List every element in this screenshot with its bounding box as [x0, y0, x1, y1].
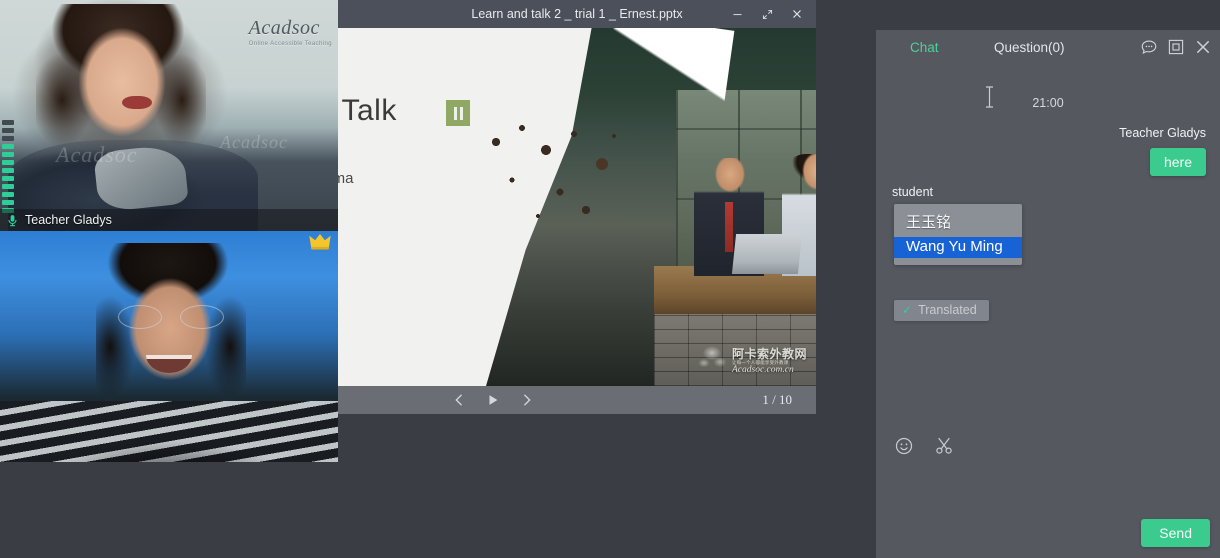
- photo-laptop: [732, 234, 802, 274]
- scissors-icon[interactable]: [934, 436, 954, 456]
- chevron-right-icon: [520, 392, 534, 408]
- restore-icon: [761, 8, 774, 21]
- teacher-video-tile[interactable]: Acadsoc Online Accessible Teaching Acads…: [0, 0, 338, 231]
- message-sender-teacher: Teacher Gladys: [1119, 126, 1206, 140]
- audio-level-meter: [2, 120, 14, 213]
- slide-subtitle: nema: [338, 170, 354, 187]
- tab-chat[interactable]: Chat: [910, 40, 939, 55]
- tab-question[interactable]: Question(0): [994, 40, 1065, 55]
- chat-message-list[interactable]: 21:00 Teacher Gladys here student 王玉铭 Wa…: [876, 66, 1220, 428]
- student-glasses: [118, 305, 224, 327]
- acadsoc-logo: Acadsoc Online Accessible Teaching: [249, 18, 332, 47]
- minimize-icon: [731, 8, 744, 21]
- restore-button[interactable]: [752, 0, 782, 28]
- message-bubble-student[interactable]: 王玉铭 Wang Yu Ming: [894, 204, 1022, 265]
- teacher-mouth: [122, 96, 152, 109]
- chevron-left-icon: [452, 392, 466, 408]
- play-button[interactable]: [476, 386, 510, 414]
- chat-input-toolbar: [876, 428, 1220, 464]
- message-timestamp: 21:00: [876, 96, 1220, 110]
- slide-controls-bar: 1 / 10: [338, 386, 816, 414]
- slide-counter: 1 / 10: [762, 392, 792, 408]
- slide-canvas[interactable]: d Talk nema 阿卡索外教网 让每一个人都能享受外教课 Acadsoc.…: [338, 28, 816, 386]
- message-sender-student: student: [892, 185, 933, 199]
- slide-ink-splatter: [482, 120, 652, 240]
- chat-panel: Chat Question(0) 21:00 Teacher Gladys he…: [876, 30, 1220, 558]
- chat-bubble-icon[interactable]: [1140, 38, 1158, 56]
- teacher-name-bar: Teacher Gladys: [0, 209, 338, 231]
- acadsoc-tagline: Online Accessible Teaching: [249, 41, 332, 47]
- chat-header-icons: [1140, 38, 1212, 56]
- text-cursor-icon: [984, 86, 995, 108]
- next-slide-button[interactable]: [510, 386, 544, 414]
- slide-watermark: 阿卡索外教网 让每一个人都能享受外教课 Acadsoc.com.cn: [698, 342, 810, 382]
- window-buttons: [722, 0, 812, 28]
- send-button[interactable]: Send: [1141, 519, 1210, 547]
- emoji-icon[interactable]: [894, 436, 914, 456]
- translated-label: Translated: [918, 303, 977, 317]
- close-icon: [790, 7, 804, 21]
- dock-window-icon[interactable]: [1167, 38, 1185, 56]
- tree-logo-icon: [698, 345, 728, 379]
- slide-swoosh-decoration: [602, 28, 735, 130]
- teacher-name-label: Teacher Gladys: [25, 213, 112, 227]
- play-icon: [486, 392, 500, 408]
- slide-title: d Talk: [338, 94, 397, 128]
- crown-icon: [309, 234, 331, 250]
- student-shirt: [0, 401, 338, 462]
- close-icon[interactable]: [1194, 38, 1212, 56]
- watermark-en-text: Acadsoc.com.cn: [732, 366, 807, 376]
- check-icon: ✓: [902, 303, 912, 317]
- translated-badge: ✓ Translated: [894, 300, 989, 321]
- pause-icon[interactable]: [446, 100, 470, 126]
- window-titlebar[interactable]: Learn and talk 2 _ trial 1 _ Ernest.pptx: [338, 0, 816, 28]
- video-column: Acadsoc Online Accessible Teaching Acads…: [0, 0, 338, 462]
- message-bubble-teacher[interactable]: here: [1150, 148, 1206, 176]
- close-button[interactable]: [782, 0, 812, 28]
- message-translated-text: Wang Yu Ming: [894, 237, 1022, 258]
- acadsoc-brand-text: Acadsoc: [249, 17, 320, 39]
- chat-header: Chat Question(0): [876, 30, 1220, 66]
- student-video-tile[interactable]: student x0: [0, 231, 338, 462]
- minimize-button[interactable]: [722, 0, 752, 28]
- previous-slide-button[interactable]: [442, 386, 476, 414]
- message-original-text: 王玉铭: [894, 210, 1022, 237]
- presentation-window: Learn and talk 2 _ trial 1 _ Ernest.pptx: [338, 0, 816, 414]
- microphone-icon: [6, 213, 19, 228]
